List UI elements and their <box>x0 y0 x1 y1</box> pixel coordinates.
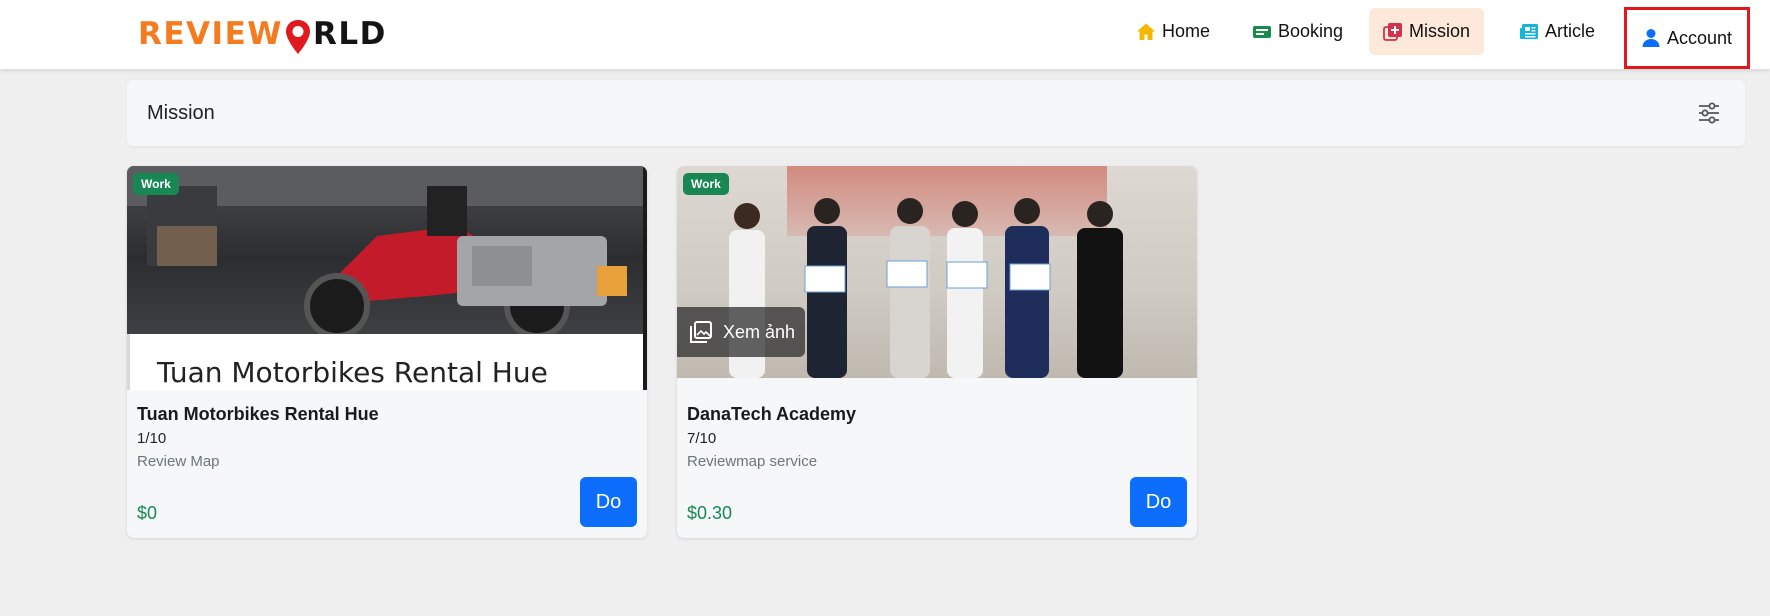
mission-type: Reviewmap service <box>687 453 818 470</box>
brand-logo[interactable]: REVIEW RLD <box>138 14 387 54</box>
mission-icon <box>1383 22 1402 41</box>
newspaper-icon <box>1520 23 1538 39</box>
nav-account-label: Account <box>1667 27 1733 48</box>
image-edge <box>643 166 647 390</box>
nav-mission[interactable]: Mission <box>1369 8 1485 55</box>
mission-name: Tuan Motorbikes Rental Hue <box>137 404 379 424</box>
nav-booking-label: Booking <box>1278 21 1344 41</box>
mission-price: $0.30 <box>687 503 733 523</box>
mission-header-bar: Mission <box>127 80 1745 146</box>
work-badge: Work <box>683 173 729 195</box>
mission-progress: 7/10 <box>687 430 717 447</box>
nav-booking[interactable]: Booking <box>1238 8 1357 55</box>
nav-account[interactable]: Account <box>1624 7 1750 69</box>
view-photos-overlay[interactable]: Xem ảnh <box>677 307 805 357</box>
home-icon <box>1137 23 1155 40</box>
nav-mission-label: Mission <box>1409 21 1471 41</box>
motorbike-illustration <box>127 166 643 339</box>
page-title: Mission <box>147 102 215 124</box>
mission-card[interactable]: Tuan Motorbikes Rental Hue Work Tuan Mot… <box>127 166 647 538</box>
image-gallery-icon <box>690 321 712 343</box>
user-icon <box>1642 29 1660 47</box>
sliders-icon[interactable] <box>1697 102 1721 124</box>
nav-home-label: Home <box>1162 21 1211 41</box>
nav-article-label: Article <box>1545 21 1596 41</box>
image-caption: Tuan Motorbikes Rental Hue <box>157 356 548 389</box>
do-button[interactable]: Do <box>580 477 637 527</box>
nav-home[interactable]: Home <box>1122 8 1224 55</box>
motorbike-photo <box>127 166 643 339</box>
mission-price: $0 <box>137 503 158 523</box>
mission-card-image: Xem ảnh Work <box>677 166 1197 390</box>
nav-article[interactable]: Article <box>1505 8 1609 55</box>
do-button[interactable]: Do <box>1130 477 1187 527</box>
logo-text-review: REVIEW <box>138 16 283 52</box>
mission-card[interactable]: Xem ảnh Work DanaTech Academy 7/10 Revie… <box>677 166 1197 538</box>
map-pin-icon <box>285 20 310 54</box>
mission-card-image: Tuan Motorbikes Rental Hue Work <box>127 166 647 390</box>
top-navbar: REVIEW RLD Home Booking Mission Article … <box>0 0 1770 69</box>
mission-type: Review Map <box>137 453 220 470</box>
view-photos-label: Xem ảnh <box>723 321 796 342</box>
mission-progress: 1/10 <box>137 430 167 447</box>
ticket-icon <box>1253 25 1271 38</box>
work-badge: Work <box>133 173 179 195</box>
logo-text-rld: RLD <box>312 16 387 52</box>
mission-name: DanaTech Academy <box>687 404 857 424</box>
